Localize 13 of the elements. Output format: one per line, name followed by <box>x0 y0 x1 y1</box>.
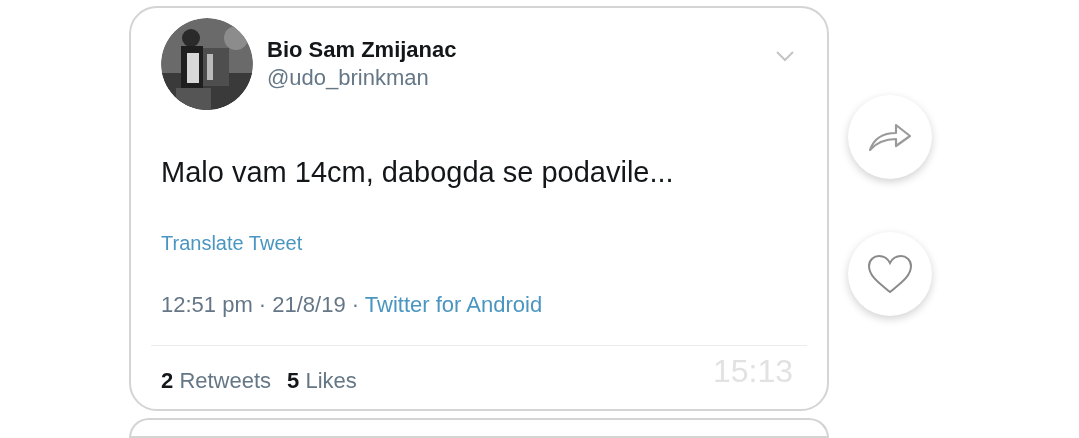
source-link[interactable]: Twitter for Android <box>364 292 543 318</box>
stat-count: 5 Likes <box>287 367 357 396</box>
like-button[interactable] <box>848 232 932 316</box>
translate-link[interactable]: Translate Tweet <box>161 228 303 259</box>
chevron-down-icon[interactable] <box>775 50 795 62</box>
share-button[interactable] <box>848 95 932 179</box>
tweet-text: Malo vam 14cm, dabogda se podavile... <box>161 155 675 190</box>
share-arrow-icon <box>868 122 912 152</box>
heart-icon <box>867 254 913 294</box>
user-name: Bio Sam Zmijanac <box>267 36 457 64</box>
stat-count: 2 Retweets <box>161 367 272 396</box>
tweet-timestamp: 12:51 pm · 21/8/19 · <box>161 292 361 318</box>
user-handle: @udo_brinkman <box>267 63 430 91</box>
